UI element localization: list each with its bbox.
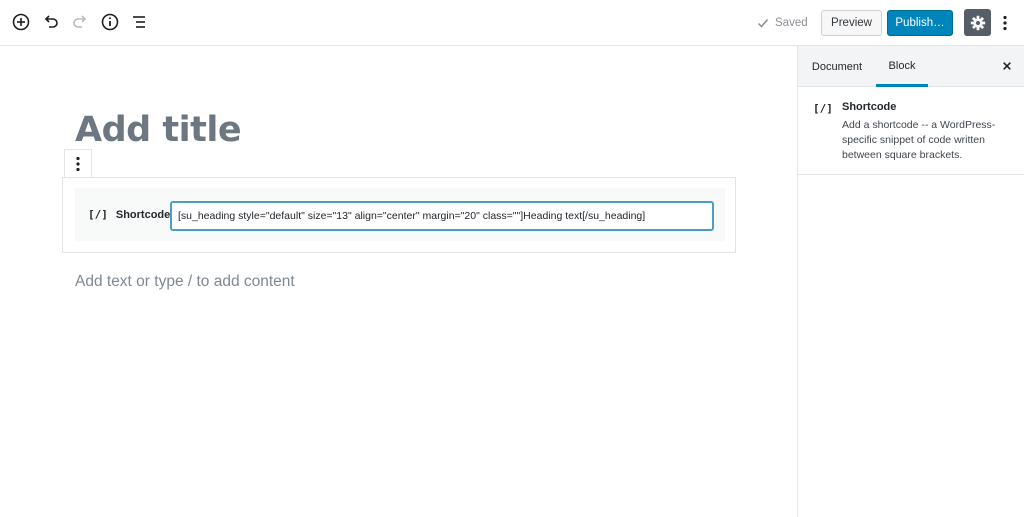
vertical-ellipsis-icon bbox=[1003, 15, 1007, 31]
editor-header-toolbar: Saved Preview Publish… bbox=[0, 0, 1024, 46]
close-icon bbox=[1003, 62, 1011, 70]
list-icon[interactable] bbox=[128, 11, 150, 33]
close-sidebar-button[interactable] bbox=[998, 57, 1016, 75]
preview-button[interactable]: Preview bbox=[821, 10, 882, 36]
shortcode-block-label: [/] Shortcode bbox=[88, 208, 170, 221]
shortcode-icon: [/] bbox=[813, 102, 833, 115]
block-card-description: Add a shortcode -- a WordPress-specific … bbox=[842, 119, 996, 161]
shortcode-label-text: Shortcode bbox=[115, 208, 171, 221]
shortcode-input[interactable] bbox=[170, 201, 714, 231]
redo-icon[interactable] bbox=[69, 11, 91, 33]
check-icon bbox=[757, 19, 769, 28]
plus-circle-icon[interactable] bbox=[10, 11, 32, 33]
info-icon[interactable] bbox=[99, 11, 121, 33]
more-menu-button[interactable] bbox=[998, 12, 1012, 34]
block-card-title: Shortcode bbox=[842, 101, 897, 113]
settings-sidebar: Document Block [/] Shortcode Add a short… bbox=[797, 46, 1024, 517]
saved-label: Saved bbox=[775, 17, 808, 29]
block-card: [/] Shortcode Add a shortcode -- a WordP… bbox=[798, 87, 1024, 175]
saved-status: Saved bbox=[757, 15, 808, 31]
gear-icon bbox=[970, 15, 985, 30]
editor-canvas: Add title [/] Shortcode Add text or type… bbox=[0, 46, 797, 517]
publish-button[interactable]: Publish… bbox=[887, 10, 953, 36]
undo-icon[interactable] bbox=[40, 11, 62, 33]
vertical-ellipsis-icon bbox=[76, 156, 80, 172]
sidebar-tabs: Document Block bbox=[798, 46, 1024, 87]
shortcode-block-body: [/] Shortcode bbox=[75, 188, 725, 241]
shortcode-icon: [/] bbox=[88, 208, 108, 221]
post-title-input[interactable]: Add title bbox=[75, 110, 242, 150]
settings-button[interactable] bbox=[964, 9, 991, 36]
block-options-button[interactable] bbox=[64, 149, 92, 178]
paragraph-placeholder[interactable]: Add text or type / to add content bbox=[75, 273, 295, 291]
tab-block[interactable]: Block bbox=[876, 46, 928, 87]
tab-document[interactable]: Document bbox=[806, 46, 868, 87]
shortcode-block[interactable]: [/] Shortcode bbox=[62, 177, 736, 253]
